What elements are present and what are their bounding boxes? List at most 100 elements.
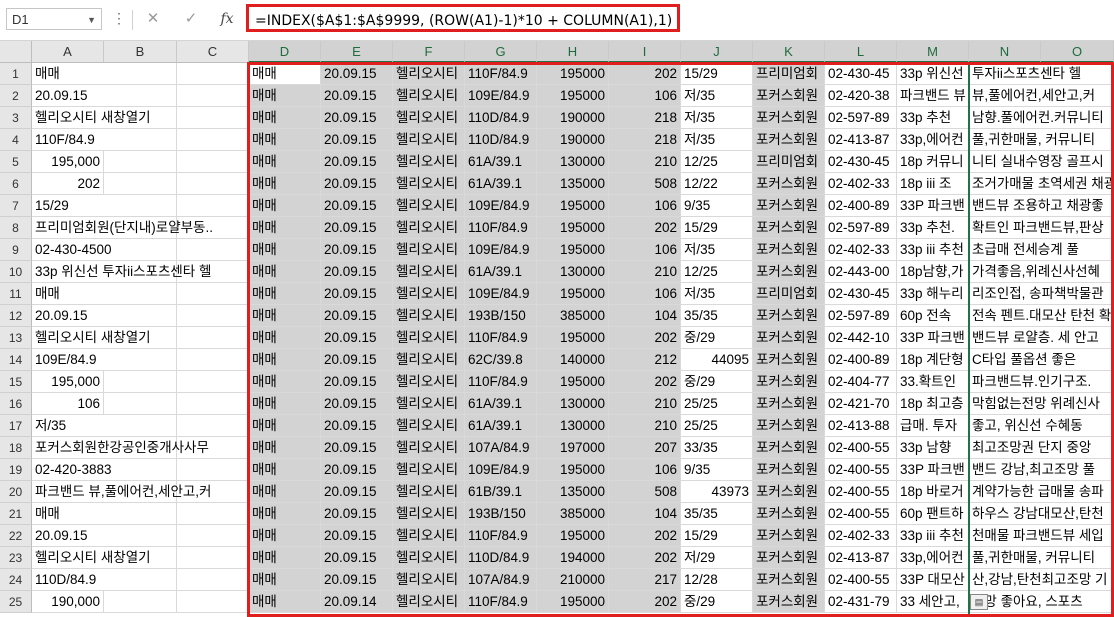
cell-f24[interactable]: 헬리오시티 <box>393 569 465 591</box>
cell-k12[interactable]: 포커스회원 <box>753 305 825 327</box>
cell-g20[interactable]: 61B/39.1 <box>465 481 537 503</box>
cell-j2[interactable]: 저/35 <box>681 85 753 107</box>
cell-j22[interactable]: 15/29 <box>681 525 753 547</box>
cell-e3[interactable]: 20.09.15 <box>321 107 393 129</box>
cell-h14[interactable]: 140000 <box>537 349 609 371</box>
more-options-icon[interactable]: ⋮ <box>112 10 126 27</box>
cell-f20[interactable]: 헬리오시티 <box>393 481 465 503</box>
column-header-i[interactable]: I <box>609 41 681 63</box>
cell-e4[interactable]: 20.09.15 <box>321 129 393 151</box>
cell-j25[interactable]: 중/29 <box>681 591 753 613</box>
cell-a7[interactable]: 15/29 <box>32 195 249 217</box>
cell-l19[interactable]: 02-400-55 <box>825 459 897 481</box>
cell-h3[interactable]: 190000 <box>537 107 609 129</box>
column-header-h[interactable]: H <box>537 41 609 63</box>
cell-m15[interactable]: 33.확트인 <box>897 371 969 393</box>
cell-g23[interactable]: 110D/84.9 <box>465 547 537 569</box>
cell-g5[interactable]: 61A/39.1 <box>465 151 537 173</box>
cell-h24[interactable]: 210000 <box>537 569 609 591</box>
cell-n16[interactable]: 막힘없는전망 위례신사 <box>969 393 1114 415</box>
cell-i6[interactable]: 508 <box>609 173 681 195</box>
cell-i24[interactable]: 217 <box>609 569 681 591</box>
cell-j23[interactable]: 저/29 <box>681 547 753 569</box>
cell-l9[interactable]: 02-402-33 <box>825 239 897 261</box>
cell-l15[interactable]: 02-404-77 <box>825 371 897 393</box>
cell-k6[interactable]: 포커스회원 <box>753 173 825 195</box>
cell-h9[interactable]: 195000 <box>537 239 609 261</box>
cell-n2[interactable]: 뷰,풀에어컨,세안고,커 <box>969 85 1114 107</box>
cell-i5[interactable]: 210 <box>609 151 681 173</box>
cell-g8[interactable]: 110F/84.9 <box>465 217 537 239</box>
cell-l23[interactable]: 02-413-87 <box>825 547 897 569</box>
cell-d9[interactable]: 매매 <box>249 239 321 261</box>
cell-m22[interactable]: 33p iii 추천 <box>897 525 969 547</box>
cell-k24[interactable]: 포커스회원 <box>753 569 825 591</box>
column-header-g[interactable]: G <box>465 41 537 63</box>
cell-l5[interactable]: 02-430-45 <box>825 151 897 173</box>
cell-i15[interactable]: 202 <box>609 371 681 393</box>
cell-a20[interactable]: 파크밴드 뷰,풀에어컨,세안고,커 <box>32 481 249 503</box>
cell-m1[interactable]: 33p 위신선 <box>897 63 969 85</box>
cell-a17[interactable]: 저/35 <box>32 415 249 437</box>
cell-f7[interactable]: 헬리오시티 <box>393 195 465 217</box>
cell-l1[interactable]: 02-430-45 <box>825 63 897 85</box>
cell-l6[interactable]: 02-402-33 <box>825 173 897 195</box>
cell-m19[interactable]: 33P 파크밴 <box>897 459 969 481</box>
cell-a4[interactable]: 110F/84.9 <box>32 129 249 151</box>
cell-a21[interactable]: 매매 <box>32 503 249 525</box>
row-header[interactable]: 6 <box>0 173 32 195</box>
cell-l8[interactable]: 02-597-89 <box>825 217 897 239</box>
cell-d13[interactable]: 매매 <box>249 327 321 349</box>
column-header-n[interactable]: N <box>969 41 1041 63</box>
cell-f8[interactable]: 헬리오시티 <box>393 217 465 239</box>
cell-f21[interactable]: 헬리오시티 <box>393 503 465 525</box>
cell-i7[interactable]: 106 <box>609 195 681 217</box>
cell-m2[interactable]: 파크밴드 뷰 <box>897 85 969 107</box>
cell-e8[interactable]: 20.09.15 <box>321 217 393 239</box>
cell-k4[interactable]: 포커스회원 <box>753 129 825 151</box>
cell-l20[interactable]: 02-400-55 <box>825 481 897 503</box>
cell-n23[interactable]: 풀,귀한매물, 커뮤니티 <box>969 547 1114 569</box>
cell-f3[interactable]: 헬리오시티 <box>393 107 465 129</box>
cell-f23[interactable]: 헬리오시티 <box>393 547 465 569</box>
cell-h5[interactable]: 130000 <box>537 151 609 173</box>
cell-n18[interactable]: 최고조망권 단지 중앙 <box>969 437 1114 459</box>
cell-f9[interactable]: 헬리오시티 <box>393 239 465 261</box>
cell-d4[interactable]: 매매 <box>249 129 321 151</box>
cell-d1[interactable]: 매매 <box>249 63 321 85</box>
cell-i11[interactable]: 106 <box>609 283 681 305</box>
cell-g7[interactable]: 109E/84.9 <box>465 195 537 217</box>
cell-h1[interactable]: 195000 <box>537 63 609 85</box>
cell-e9[interactable]: 20.09.15 <box>321 239 393 261</box>
cell-a2[interactable]: 20.09.15 <box>32 85 249 107</box>
cell-n17[interactable]: 좋고, 위신선 수혜동 <box>969 415 1114 437</box>
row-header[interactable]: 25 <box>0 591 32 613</box>
cell-g21[interactable]: 193B/150 <box>465 503 537 525</box>
cell-e7[interactable]: 20.09.15 <box>321 195 393 217</box>
cell-m16[interactable]: 18p 최고층 <box>897 393 969 415</box>
cell-g10[interactable]: 61A/39.1 <box>465 261 537 283</box>
cell-j5[interactable]: 12/25 <box>681 151 753 173</box>
row-header[interactable]: 13 <box>0 327 32 349</box>
cell-l4[interactable]: 02-413-87 <box>825 129 897 151</box>
cell-e21[interactable]: 20.09.15 <box>321 503 393 525</box>
cell-n13[interactable]: 밴드뷰 로얄층. 세 안고 <box>969 327 1114 349</box>
cell-h17[interactable]: 130000 <box>537 415 609 437</box>
cell-h15[interactable]: 195000 <box>537 371 609 393</box>
cell-a22[interactable]: 20.09.15 <box>32 525 249 547</box>
cell-h20[interactable]: 135000 <box>537 481 609 503</box>
cell-a1[interactable]: 매매 <box>32 63 249 85</box>
cell-n3[interactable]: 남향.풀에어컨.커뮤니티 <box>969 107 1114 129</box>
cell-f14[interactable]: 헬리오시티 <box>393 349 465 371</box>
row-header[interactable]: 10 <box>0 261 32 283</box>
cell-k10[interactable]: 포커스회원 <box>753 261 825 283</box>
column-header-a[interactable]: A <box>32 41 104 63</box>
cell-k22[interactable]: 포커스회원 <box>753 525 825 547</box>
cell-e23[interactable]: 20.09.15 <box>321 547 393 569</box>
cell-n25[interactable]: 전망 좋아요, 스포츠 <box>969 591 1114 613</box>
cell-a10[interactable]: 33p 위신선 투자ii스포츠센타 헬 <box>32 261 249 283</box>
cell-e24[interactable]: 20.09.15 <box>321 569 393 591</box>
cell-m12[interactable]: 60p 전속 <box>897 305 969 327</box>
cell-j21[interactable]: 35/35 <box>681 503 753 525</box>
cell-l10[interactable]: 02-443-00 <box>825 261 897 283</box>
